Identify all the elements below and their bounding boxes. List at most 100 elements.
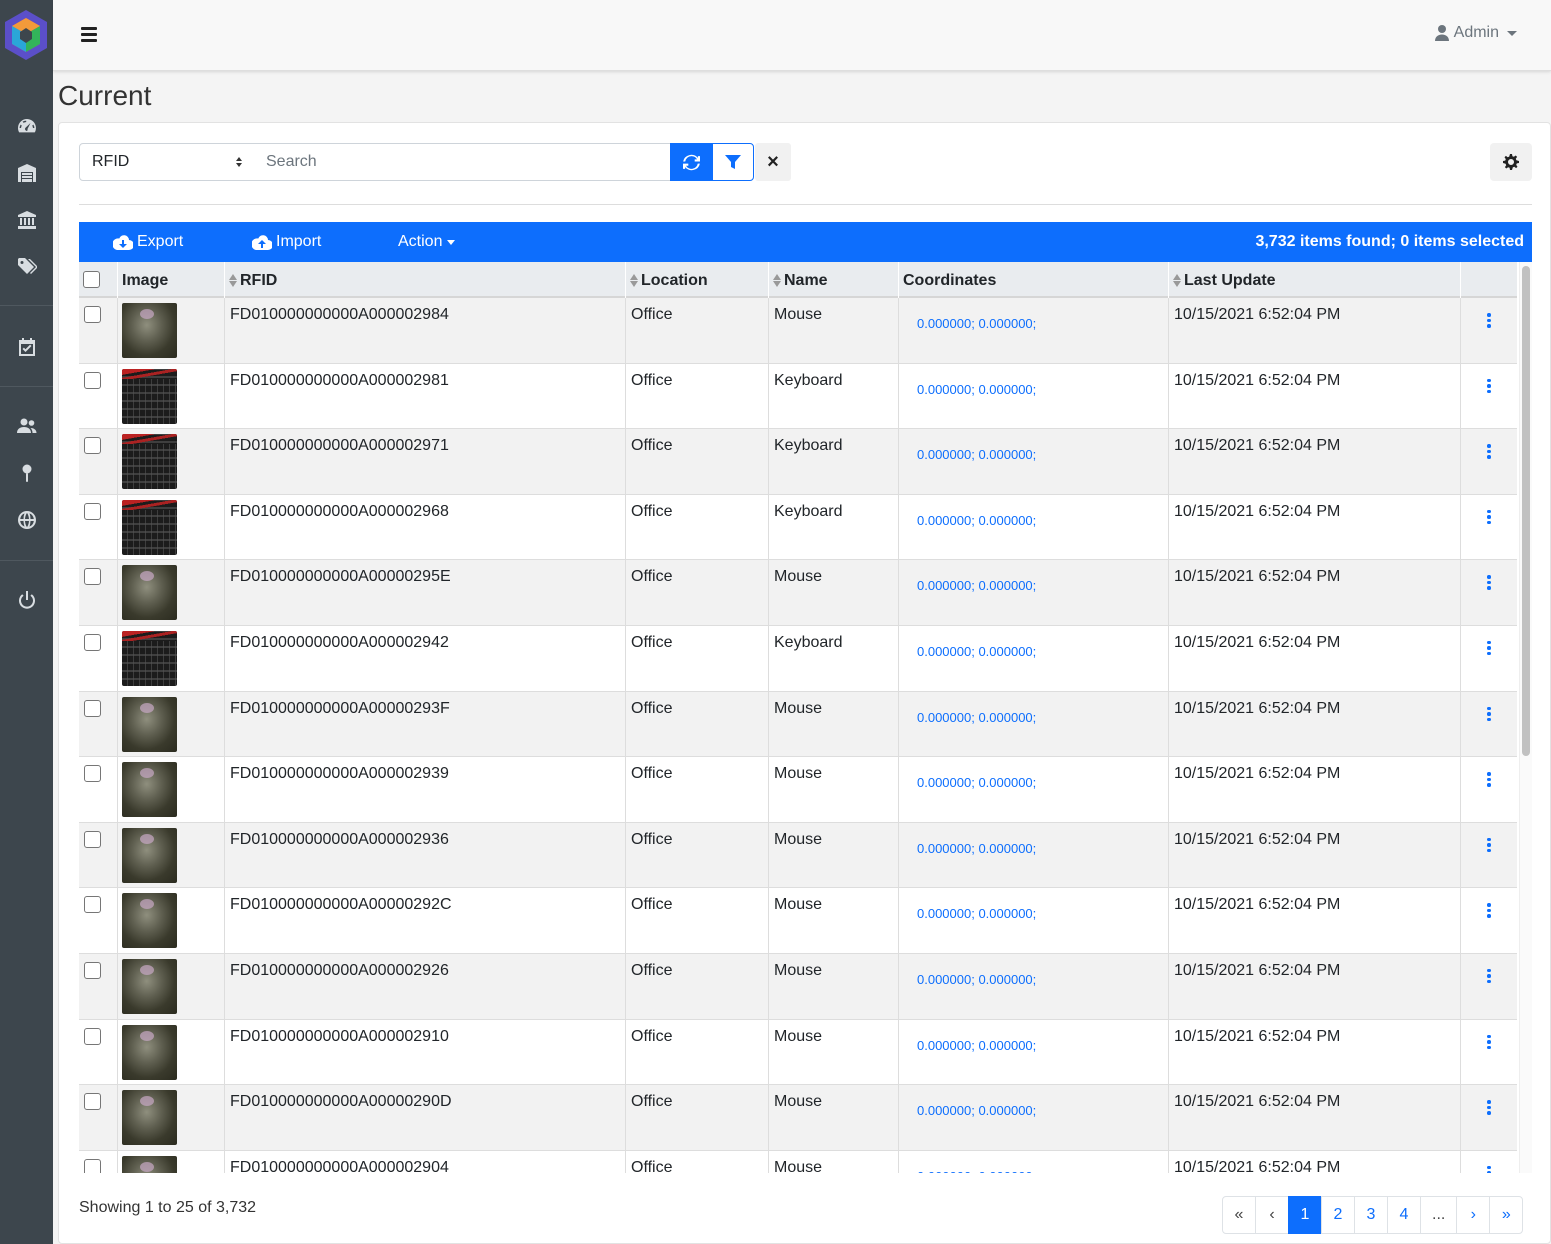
page-link[interactable]: ... (1420, 1196, 1458, 1234)
coordinates-cell[interactable]: 0.000000; 0.000000; (899, 1150, 1169, 1173)
coordinates-cell[interactable]: 0.000000; 0.000000; (899, 953, 1169, 1019)
refresh-button[interactable] (670, 143, 713, 181)
clear-search-button[interactable]: × (755, 143, 791, 181)
column-location[interactable]: Location (626, 262, 769, 298)
table-row[interactable]: FD010000000000A00000293F Office Mouse 0.000… (79, 691, 1517, 758)
bank-icon[interactable] (14, 207, 40, 233)
row-actions-icon[interactable] (1461, 1151, 1517, 1173)
mouse-thumbnail[interactable] (122, 893, 177, 949)
mouse-thumbnail[interactable] (122, 762, 177, 818)
row-actions-icon[interactable] (1461, 823, 1517, 888)
table-row[interactable]: FD010000000000A000002942 Office Keyboard 0.… (79, 625, 1517, 692)
row-actions-icon[interactable] (1461, 364, 1517, 429)
select-all-checkbox[interactable] (83, 271, 100, 288)
mouse-thumbnail[interactable] (122, 1155, 177, 1173)
map-pin-icon[interactable] (14, 460, 40, 486)
coordinates-cell[interactable]: 0.000000; 0.000000; (899, 298, 1169, 363)
coordinates-cell[interactable]: 0.000000; 0.000000; (899, 429, 1169, 494)
row-checkbox[interactable] (84, 306, 101, 323)
coordinates-cell[interactable]: 0.000000; 0.000000; (899, 1085, 1169, 1150)
row-actions-icon[interactable] (1461, 757, 1517, 822)
calendar-check-icon[interactable] (14, 334, 40, 360)
filter-button[interactable] (712, 143, 754, 181)
table-row[interactable]: FD010000000000A00000290D Office Mouse 0.000… (79, 1085, 1517, 1151)
row-actions-icon[interactable] (1461, 692, 1517, 757)
row-checkbox[interactable] (84, 633, 101, 651)
coordinates-cell[interactable]: 0.000000; 0.000000; (899, 363, 1169, 429)
users-icon[interactable] (14, 413, 40, 439)
dashboard-icon[interactable] (14, 113, 40, 139)
row-actions-icon[interactable] (1461, 1020, 1517, 1085)
mouse-thumbnail[interactable] (122, 1024, 177, 1080)
page-link[interactable]: ‹ (1255, 1196, 1289, 1234)
row-checkbox[interactable] (84, 765, 101, 783)
scrollbar-thumb[interactable] (1522, 266, 1530, 756)
table-row[interactable]: FD010000000000A000002926 Office Mouse 0.000… (79, 953, 1517, 1020)
mouse-thumbnail[interactable] (122, 565, 177, 621)
table-row[interactable]: FD010000000000A000002984 Office Mouse 0.000… (79, 298, 1517, 364)
keyboard-thumbnail[interactable] (122, 434, 177, 490)
user-menu[interactable]: Admin (1434, 24, 1517, 42)
table-row[interactable]: FD010000000000A000002904OfficeMouse0.000… (79, 1150, 1517, 1173)
search-field-select[interactable]: RFID (79, 143, 255, 181)
search-input[interactable]: Search (254, 143, 671, 181)
row-actions-icon[interactable] (1461, 1085, 1517, 1150)
row-actions-icon[interactable] (1461, 954, 1517, 1019)
page-link[interactable]: 4 (1387, 1196, 1421, 1234)
table-row[interactable]: FD010000000000A000002971 Office Keyboard 0.… (79, 429, 1517, 495)
mouse-thumbnail[interactable] (122, 696, 177, 752)
page-link[interactable]: » (1489, 1196, 1524, 1234)
mouse-thumbnail[interactable] (122, 1090, 177, 1146)
row-checkbox[interactable] (84, 1093, 101, 1111)
row-actions-icon[interactable] (1461, 495, 1517, 560)
row-checkbox[interactable] (84, 568, 101, 586)
coordinates-cell[interactable]: 0.000000; 0.000000; (899, 757, 1169, 822)
settings-button[interactable] (1490, 143, 1532, 181)
mouse-thumbnail[interactable] (122, 303, 177, 358)
power-icon[interactable] (14, 587, 40, 613)
table-row[interactable]: FD010000000000A000002936 Office Mouse 0.000… (79, 822, 1517, 889)
keyboard-thumbnail[interactable] (122, 630, 177, 686)
row-checkbox[interactable] (84, 371, 101, 389)
coordinates-cell[interactable]: 0.000000; 0.000000; (899, 888, 1169, 953)
action-dropdown[interactable]: Action (398, 233, 456, 251)
page-link[interactable]: 2 (1321, 1196, 1355, 1234)
table-row[interactable]: FD010000000000A00000295E Office Mouse 0.000… (79, 560, 1517, 626)
row-checkbox[interactable] (84, 699, 101, 717)
page-link[interactable]: « (1222, 1196, 1256, 1234)
keyboard-thumbnail[interactable] (122, 499, 177, 555)
coordinates-cell[interactable]: 0.000000; 0.000000; (899, 625, 1169, 691)
page-link[interactable]: 3 (1354, 1196, 1388, 1234)
table-row[interactable]: FD010000000000A000002910 Office Mouse 0.000… (79, 1019, 1517, 1086)
table-scrollbar[interactable] (1519, 262, 1532, 1173)
table-row[interactable]: FD010000000000A00000292C Office Mouse 0.000… (79, 888, 1517, 954)
page-link[interactable]: › (1456, 1196, 1491, 1234)
table-row[interactable]: FD010000000000A000002981 Office Keyboard 0.… (79, 363, 1517, 430)
export-button[interactable]: Export (113, 233, 183, 251)
coordinates-cell[interactable]: 0.000000; 0.000000; (899, 560, 1169, 625)
column-rfid[interactable]: RFID (225, 262, 626, 298)
row-checkbox[interactable] (84, 961, 101, 979)
column-name[interactable]: Name (769, 262, 899, 298)
column-last-update[interactable]: Last Update (1169, 262, 1461, 298)
inventory-icon[interactable] (14, 160, 40, 186)
import-button[interactable]: Import (252, 233, 321, 251)
row-actions-icon[interactable] (1461, 429, 1517, 494)
globe-icon[interactable] (14, 507, 40, 533)
row-checkbox[interactable] (84, 437, 101, 455)
row-checkbox[interactable] (84, 830, 101, 848)
row-actions-icon[interactable] (1461, 626, 1517, 691)
row-actions-icon[interactable] (1461, 888, 1517, 953)
coordinates-cell[interactable]: 0.000000; 0.000000; (899, 822, 1169, 888)
row-actions-icon[interactable] (1461, 560, 1517, 625)
row-checkbox[interactable] (84, 896, 101, 914)
keyboard-thumbnail[interactable] (122, 368, 177, 424)
coordinates-cell[interactable]: 0.000000; 0.000000; (899, 494, 1169, 560)
mouse-thumbnail[interactable] (122, 827, 177, 883)
coordinates-cell[interactable]: 0.000000; 0.000000; (899, 691, 1169, 757)
row-checkbox[interactable] (84, 502, 101, 520)
table-row[interactable]: FD010000000000A000002939 Office Mouse 0.000… (79, 757, 1517, 823)
page-link[interactable]: 1 (1288, 1196, 1322, 1234)
table-row[interactable]: FD010000000000A000002968 Office Keyboard 0.… (79, 494, 1517, 561)
menu-toggle-icon[interactable] (81, 27, 97, 43)
